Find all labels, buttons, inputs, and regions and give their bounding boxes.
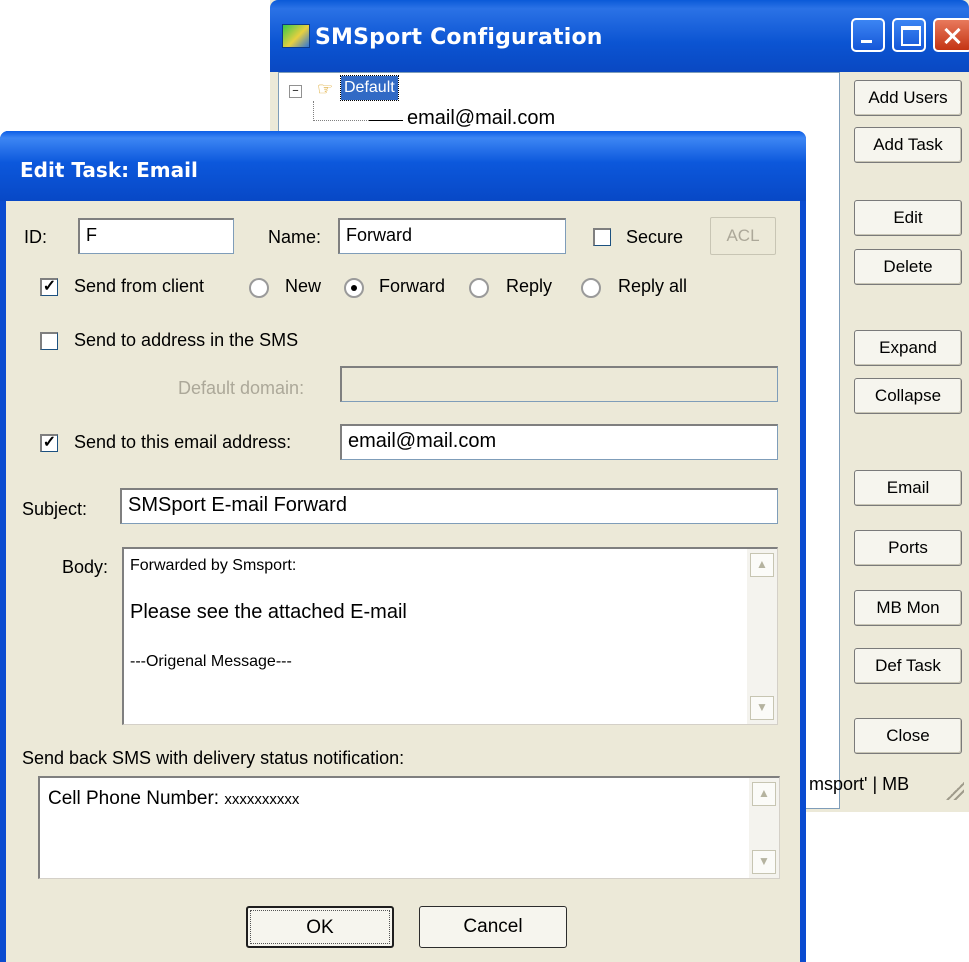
close-window-button[interactable] bbox=[933, 18, 969, 52]
send-to-sms-address-label: Send to address in the SMS bbox=[74, 330, 299, 350]
radio-reply-all[interactable] bbox=[581, 278, 601, 298]
add-task-button[interactable]: Add Task bbox=[854, 127, 962, 163]
maximize-button[interactable] bbox=[892, 18, 926, 52]
send-from-client-checkbox[interactable]: ✓ bbox=[40, 278, 58, 296]
sendback-line: Cell Phone Number: xxxxxxxxxx bbox=[48, 788, 299, 810]
radio-new[interactable] bbox=[249, 278, 269, 298]
edit-button[interactable]: Edit bbox=[854, 200, 962, 236]
delete-button[interactable]: Delete bbox=[854, 249, 962, 285]
tree-collapse-icon[interactable]: − bbox=[289, 85, 302, 98]
send-to-email-label: Send to this email address: bbox=[74, 432, 292, 452]
email-button[interactable]: Email bbox=[854, 470, 962, 506]
radio-forward[interactable] bbox=[344, 278, 364, 298]
subject-label: Subject: bbox=[22, 499, 88, 519]
chevron-down-icon[interactable]: ▼ bbox=[750, 696, 774, 720]
secure-checkbox[interactable] bbox=[593, 228, 611, 246]
chevron-up-icon[interactable]: ▲ bbox=[750, 553, 774, 577]
radio-reply[interactable] bbox=[469, 278, 489, 298]
status-text: msport' | MB bbox=[809, 774, 910, 794]
subject-input[interactable]: SMSport E-mail Forward bbox=[120, 488, 778, 524]
secure-label: Secure bbox=[626, 227, 684, 247]
name-label: Name: bbox=[268, 227, 322, 247]
cancel-button[interactable]: Cancel bbox=[419, 906, 567, 948]
default-domain-label: Default domain: bbox=[178, 378, 305, 398]
default-domain-input[interactable] bbox=[340, 366, 778, 402]
radio-forward-label: Forward bbox=[379, 276, 446, 296]
dialog-body: ID: F Name: Forward Secure ACL ✓ Send fr… bbox=[6, 201, 800, 962]
chevron-up-icon[interactable]: ▲ bbox=[752, 782, 776, 806]
mb-mon-button[interactable]: MB Mon bbox=[854, 590, 962, 626]
pointing-hand-icon: ☞ bbox=[317, 79, 334, 99]
tree-node-default[interactable]: Default bbox=[340, 75, 399, 101]
cell-phone-prefix: Cell Phone Number: bbox=[48, 788, 225, 809]
dialog-title: Edit Task: Email bbox=[20, 158, 198, 182]
resize-grip-icon[interactable] bbox=[946, 782, 964, 800]
close-button[interactable]: Close bbox=[854, 718, 962, 754]
radio-reply-label: Reply bbox=[506, 276, 553, 296]
sendback-textarea[interactable]: Cell Phone Number: xxxxxxxxxx ▲ ▼ bbox=[38, 776, 780, 879]
dialog-title-bar[interactable]: Edit Task: Email bbox=[0, 131, 806, 201]
add-users-button[interactable]: Add Users bbox=[854, 80, 962, 116]
ok-button[interactable]: OK bbox=[246, 906, 394, 948]
body-line: Forwarded by Smsport: bbox=[130, 557, 297, 574]
send-to-email-input[interactable]: email@mail.com bbox=[340, 424, 778, 460]
main-window-title: SMSport Configuration bbox=[315, 25, 603, 50]
send-to-email-checkbox[interactable]: ✓ bbox=[40, 434, 58, 452]
collapse-button[interactable]: Collapse bbox=[854, 378, 962, 414]
body-line: ---Origenal Message--- bbox=[130, 653, 292, 670]
tree-node-email[interactable]: email@mail.com bbox=[407, 107, 555, 130]
chevron-down-icon[interactable]: ▼ bbox=[752, 850, 776, 874]
minimize-button[interactable] bbox=[851, 18, 885, 52]
body-label: Body: bbox=[62, 557, 109, 577]
ports-button[interactable]: Ports bbox=[854, 530, 962, 566]
send-from-client-label: Send from client bbox=[74, 276, 205, 296]
def-task-button[interactable]: Def Task bbox=[854, 648, 962, 684]
acl-button[interactable]: ACL bbox=[710, 217, 776, 255]
sendback-scrollbar[interactable]: ▲ ▼ bbox=[749, 778, 779, 878]
cell-phone-number: xxxxxxxxxx bbox=[224, 791, 300, 808]
edit-task-dialog: Edit Task: Email ID: F Name: Forward Sec… bbox=[0, 131, 806, 962]
expand-button[interactable]: Expand bbox=[854, 330, 962, 366]
send-to-sms-address-checkbox[interactable] bbox=[40, 332, 58, 350]
app-icon bbox=[282, 24, 310, 48]
id-input[interactable]: F bbox=[78, 218, 234, 254]
body-line: Please see the attached E-mail bbox=[130, 601, 407, 623]
id-label: ID: bbox=[24, 227, 48, 247]
name-input[interactable]: Forward bbox=[338, 218, 566, 254]
sendback-label: Send back SMS with delivery status notif… bbox=[22, 748, 405, 768]
tree-connector bbox=[369, 120, 403, 121]
body-scrollbar[interactable]: ▲ ▼ bbox=[747, 549, 777, 724]
tree-connector bbox=[313, 101, 314, 121]
body-textarea[interactable]: Forwarded by Smsport: Please see the att… bbox=[122, 547, 778, 725]
main-title-bar[interactable]: SMSport Configuration bbox=[270, 0, 969, 72]
radio-reply-all-label: Reply all bbox=[618, 276, 688, 296]
radio-new-label: New bbox=[285, 276, 322, 296]
